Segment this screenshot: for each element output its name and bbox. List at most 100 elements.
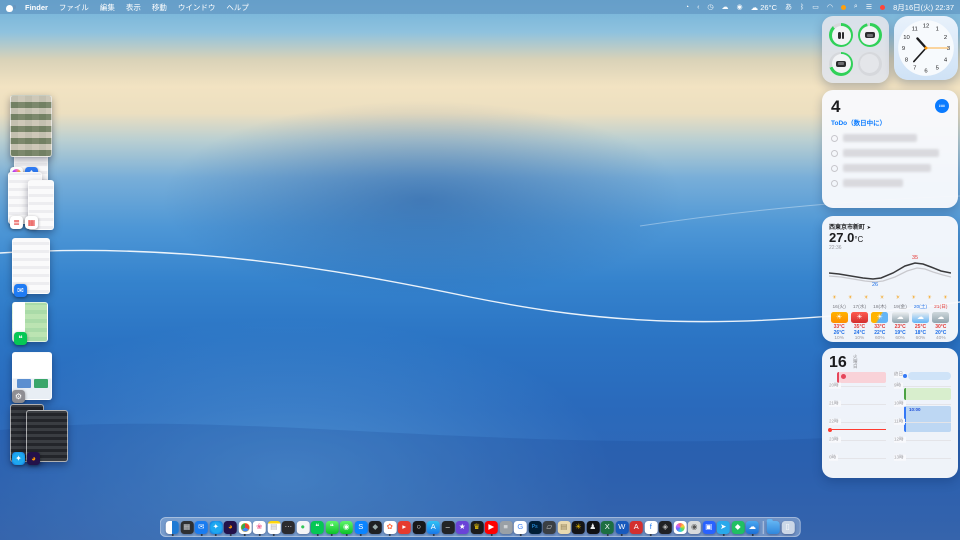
red-app-icon[interactable]: ▦: [25, 216, 38, 229]
colorful-app-icon[interactable]: ≣: [10, 216, 23, 229]
dock-item-tan-app[interactable]: ▤: [557, 521, 570, 534]
mail-app-icon[interactable]: ✉: [14, 284, 27, 297]
dock-item-gallery-app[interactable]: ✿: [383, 521, 396, 534]
weather-status[interactable]: ☁ 26°C: [751, 3, 777, 12]
drive-icon[interactable]: ◉: [737, 3, 743, 11]
dock-item-trash[interactable]: ▯: [781, 521, 794, 534]
reminder-checkbox[interactable]: [831, 180, 838, 187]
dock-item-adobe-red-app[interactable]: A: [630, 521, 643, 534]
dock-item-firefox[interactable]: ◕: [224, 521, 237, 534]
dock-item-dark-folder-app[interactable]: ▱: [543, 521, 556, 534]
stage-thumbnail-settings[interactable]: ⚙: [8, 352, 58, 408]
dock-item-launchpad[interactable]: ▦: [180, 521, 193, 534]
reminder-row[interactable]: [831, 164, 949, 172]
desktop: Finder ファイル編集表示移動ウインドウヘルプ ◔ ‹ ◷ ☁ ◉ ☁ 26°C あ…: [0, 0, 960, 540]
calendar-time-label: 12時: [894, 437, 906, 443]
control-center-icon[interactable]: ☰: [866, 3, 872, 11]
menu-item-ヘルプ[interactable]: ヘルプ: [226, 2, 249, 13]
reminder-checkbox[interactable]: [831, 150, 838, 157]
dock-item-dark-butterfly-app[interactable]: ✳: [572, 521, 585, 534]
dock-item-finder[interactable]: [166, 521, 179, 534]
reminders-widget[interactable]: 4 ToDo（数日中に） ≔: [822, 90, 958, 208]
menu-app-name[interactable]: Finder: [25, 3, 48, 12]
clock-widget[interactable]: 121234567891011: [894, 16, 958, 80]
calendar-widget[interactable]: 16 火曜日 20時21時22時23時0時 終日 10:00 9時10時11時1…: [822, 348, 958, 478]
dock-item-facetime[interactable]: ◉: [340, 521, 353, 534]
dock-item-word[interactable]: W: [615, 521, 628, 534]
menu-item-編集[interactable]: 編集: [100, 2, 115, 13]
dock-item-app-store[interactable]: A: [427, 521, 440, 534]
reminders-list-name: ToDo（数日中に）: [831, 117, 949, 127]
dock-item-downloads-folder[interactable]: [767, 521, 780, 534]
calendar-event-pink[interactable]: [837, 372, 886, 383]
menu-item-ウインドウ[interactable]: ウインドウ: [178, 2, 216, 13]
safari-app-icon[interactable]: ✦: [12, 452, 25, 465]
chevron-icon[interactable]: ‹: [697, 4, 699, 11]
dock-item-red-app[interactable]: ▸: [398, 521, 411, 534]
calendar-event-blue[interactable]: 10:00: [904, 406, 951, 432]
stage-thumbnail-mail[interactable]: ✉: [8, 238, 56, 302]
sync-icon[interactable]: ◔: [685, 4, 689, 11]
running-indicator: [171, 534, 173, 536]
dock-item-weather-app[interactable]: ☁: [746, 521, 759, 534]
weather-widget[interactable]: 西東京市新町 ➤ 27.0°C 22:36 26 35 ☀☀☀☀☀☀☀☀ 16(…: [822, 216, 958, 342]
reminder-checkbox[interactable]: [831, 135, 838, 142]
dock-item-telegram[interactable]: ➤: [717, 521, 730, 534]
dock-item-dark-grid-app[interactable]: ⋯: [282, 521, 295, 534]
empty-battery-ring: [858, 52, 882, 76]
menu-item-ファイル[interactable]: ファイル: [59, 2, 89, 13]
reminder-row[interactable]: [831, 149, 949, 157]
reminder-row[interactable]: [831, 179, 949, 187]
menu-item-表示[interactable]: 表示: [126, 2, 141, 13]
dock-item-dark-minus-app[interactable]: –: [441, 521, 454, 534]
dock-item-rainbow-app[interactable]: [673, 521, 686, 534]
dock-item-white-green-app[interactable]: ●: [296, 521, 309, 534]
running-indicator: [345, 534, 347, 536]
forecast-day-column: 16(火)☀33°C26°C10%: [829, 303, 849, 341]
reminder-checkbox[interactable]: [831, 165, 838, 172]
reminder-row[interactable]: [831, 134, 949, 142]
bluetooth-icon[interactable]: ᛒ: [800, 4, 804, 11]
ime-icon[interactable]: あ: [785, 2, 792, 12]
line-app-icon[interactable]: ❝: [14, 332, 27, 345]
dock-item-dark-shield-app[interactable]: ◈: [659, 521, 672, 534]
dock-item-purple-star-app[interactable]: ★: [456, 521, 469, 534]
dock-item-mail[interactable]: ✉: [195, 521, 208, 534]
dock-item-blue-app[interactable]: S: [354, 521, 367, 534]
wifi-icon[interactable]: ◠: [827, 3, 833, 11]
calendar-event-allday[interactable]: [908, 372, 951, 380]
batteries-widget[interactable]: [822, 16, 889, 83]
battery-icon[interactable]: ▭: [812, 3, 819, 11]
dock-item-gray-lines-app[interactable]: ≡: [499, 521, 512, 534]
dock-item-notes[interactable]: ▤: [267, 521, 280, 534]
timer-icon[interactable]: ◷: [707, 3, 713, 11]
dock-item-photos[interactable]: ❀: [253, 521, 266, 534]
dock-item-excel[interactable]: X: [601, 521, 614, 534]
dock-item-dark-circle-app[interactable]: ○: [412, 521, 425, 534]
calendar-event-green[interactable]: [904, 388, 951, 400]
settings-app-icon[interactable]: ⚙: [12, 390, 25, 403]
cloud-icon[interactable]: ☁: [722, 3, 729, 11]
firefox-app-icon[interactable]: ◕: [27, 452, 40, 465]
dock-item-chrome[interactable]: [238, 521, 251, 534]
dock-item-messages[interactable]: ❝: [325, 521, 338, 534]
dock-item-facebook[interactable]: f: [644, 521, 657, 534]
dock-item-blue-square-app[interactable]: ▣: [702, 521, 715, 534]
dock-item-green-diamond-app[interactable]: ◆: [731, 521, 744, 534]
dock-item-camera-gray-app[interactable]: ◉: [688, 521, 701, 534]
dock-item-safari[interactable]: ✦: [209, 521, 222, 534]
dock-item-line[interactable]: ❝: [311, 521, 324, 534]
stage-thumbnail-line[interactable]: ❝: [8, 302, 54, 350]
dock-item-dark-app[interactable]: ◆: [369, 521, 382, 534]
dock-item-google[interactable]: G: [514, 521, 527, 534]
dock-item-dark-crown-app[interactable]: ♛: [470, 521, 483, 534]
menu-clock[interactable]: 8月16日(火) 22:37: [893, 2, 954, 13]
spotlight-icon[interactable]: ⌕: [854, 3, 858, 11]
dock-item-youtube[interactable]: ▶: [485, 521, 498, 534]
menu-item-移動[interactable]: 移動: [152, 2, 167, 13]
stage-thumbnail-browser[interactable]: ✦◕: [8, 404, 70, 470]
apple-menu-icon[interactable]: [6, 3, 14, 12]
dock-item-photoshop[interactable]: Ps: [528, 521, 541, 534]
dock-item-dark-figure-app[interactable]: ♟: [586, 521, 599, 534]
stage-thumbnail-documents[interactable]: ≣▦: [6, 172, 58, 236]
